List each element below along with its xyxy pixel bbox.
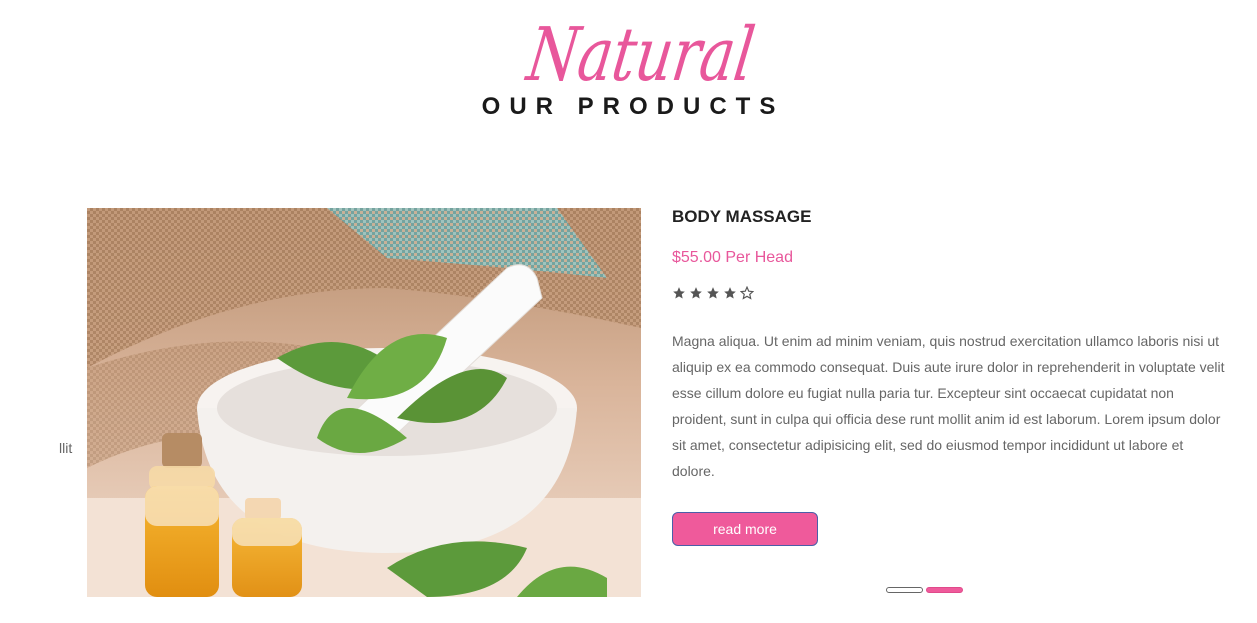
slider-dot-1[interactable] [886,587,923,593]
star-filled-icon [707,287,719,299]
slider-pagination [886,587,963,593]
product-title: BODY MASSAGE [672,207,812,226]
star-filled-icon [724,287,736,299]
product-image [87,208,641,597]
slider-dot-2[interactable] [926,587,963,593]
product-details: BODY MASSAGE $55.00 Per Head Magna aliqu… [672,207,1257,484]
star-filled-icon [690,287,702,299]
description-line: aliquip ex ea commodo consequat. Duis au… [672,359,1225,375]
description-line: Magna aliqua. Ut enim ad minim veniam, q… [672,333,1220,349]
product-price: $55.00 Per Head [672,249,793,266]
section-script-heading: Natural [521,8,765,98]
script-heading-text: Natural [521,11,760,98]
read-more-button[interactable]: read more [672,512,818,546]
description-line: esse cillum dolore eu fugiat nulla paria… [672,385,1174,401]
description-line: sit amet, consectetur adipisicing elit, … [672,437,1184,453]
star-outline-icon [740,286,754,300]
description-line: dolore. [672,463,715,479]
star-filled-icon [673,287,685,299]
description-line: proident, sunt in culpa qui officia dese… [672,411,1221,427]
product-description: Magna aliqua. Ut enim ad minim veniam, q… [672,328,1225,484]
section-heading: OUR PRODUCTS [481,93,785,120]
product-rating [672,286,1257,300]
previous-slide-fragment: llit [59,440,73,456]
herbal-mortar-oils-photo [87,208,641,597]
